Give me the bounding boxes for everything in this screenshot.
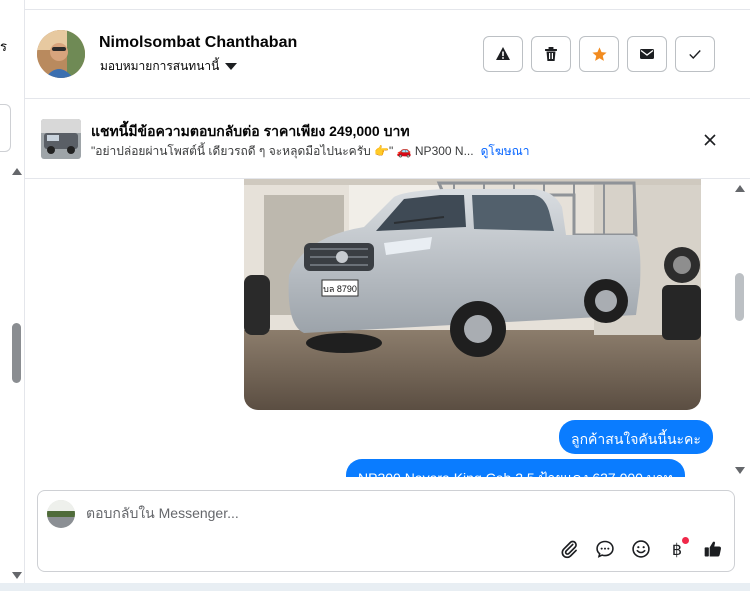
like-button[interactable] [701, 537, 725, 561]
top-divider [25, 0, 750, 10]
thread-scrollbar-thumb[interactable] [735, 273, 744, 321]
assign-label: มอบหมายการสนทนานี้ [100, 59, 220, 73]
emoji-icon [632, 540, 650, 558]
list-scrollbar-thumb[interactable] [12, 323, 21, 383]
close-ad-bar-button[interactable] [699, 129, 721, 151]
conversation-panel: Nimolsombat Chanthaban มอบหมายการสนทนานี… [25, 0, 750, 591]
license-plate-text: บล 8790 [323, 284, 357, 294]
scroll-down-arrow-icon[interactable] [12, 572, 22, 579]
chat-bubble-icon [596, 540, 614, 558]
baht-icon: ฿ [671, 539, 683, 559]
conversation-list-panel: ร [0, 0, 25, 591]
mark-done-button[interactable] [675, 36, 715, 72]
conversation-header: Nimolsombat Chanthaban มอบหมายการสนทนานี… [25, 10, 750, 99]
reply-input[interactable] [86, 505, 526, 521]
star-button[interactable] [579, 36, 619, 72]
ad-subtitle-row: "อย่าปล่อยผ่านโพสต์นี้ เดียวรถดี ๆ จะหลุ… [91, 142, 530, 161]
truck-photo[interactable]: บล 8790 [244, 179, 701, 410]
mail-icon [640, 49, 654, 59]
view-ad-link[interactable]: ดูโฆษณา [481, 142, 530, 161]
check-icon [689, 50, 701, 59]
paperclip-icon [561, 540, 577, 559]
ad-thumbnail[interactable] [41, 119, 81, 159]
report-icon [496, 47, 510, 60]
caret-down-icon [225, 63, 238, 70]
saved-replies-button[interactable] [593, 537, 617, 561]
delete-button[interactable] [531, 36, 571, 72]
reply-composer: ฿ [37, 490, 735, 572]
sent-message-bubble[interactable]: ลูกค้าสนใจคันนี้นะคะ [559, 420, 713, 454]
list-text-fragment: ร [0, 39, 7, 54]
mark-unread-button[interactable] [627, 36, 667, 72]
notification-dot [682, 537, 689, 544]
message-thread: บล 8790 ลูกค้าสนใจคันนี้นะคะ NP300 Navar… [25, 179, 750, 477]
list-card-edge[interactable] [0, 104, 11, 152]
page-avatar [47, 500, 75, 528]
sent-message-bubble[interactable]: NP300 Navara King Cab 2.5 ป้ายแดง 637,00… [346, 459, 685, 477]
ad-subtitle: "อย่าปล่อยผ่านโพสต์นี้ เดียวรถดี ๆ จะหลุ… [91, 144, 474, 158]
close-icon [704, 134, 716, 146]
window-bottom-edge [0, 583, 750, 591]
scroll-up-arrow-icon[interactable] [735, 185, 745, 192]
contact-avatar[interactable] [37, 30, 85, 78]
ad-context-bar: แชทนี้มีข้อความตอบกลับต่อ ราคาเพียง 249,… [25, 99, 750, 179]
scroll-up-arrow-icon[interactable] [12, 168, 22, 175]
payment-button[interactable]: ฿ [665, 537, 689, 561]
ad-title: แชทนี้มีข้อความตอบกลับต่อ ราคาเพียง 249,… [91, 123, 410, 139]
contact-name: Nimolsombat Chanthaban [99, 34, 298, 51]
trash-icon [545, 47, 557, 61]
thumbs-up-icon [704, 541, 721, 557]
attach-button[interactable] [557, 537, 581, 561]
assign-conversation-dropdown[interactable]: มอบหมายการสนทนานี้ [100, 57, 238, 76]
star-icon [591, 46, 607, 61]
header-actions [483, 36, 715, 72]
composer-tools: ฿ [557, 537, 725, 561]
emoji-button[interactable] [629, 537, 653, 561]
scroll-down-arrow-icon[interactable] [735, 467, 745, 474]
report-button[interactable] [483, 36, 523, 72]
